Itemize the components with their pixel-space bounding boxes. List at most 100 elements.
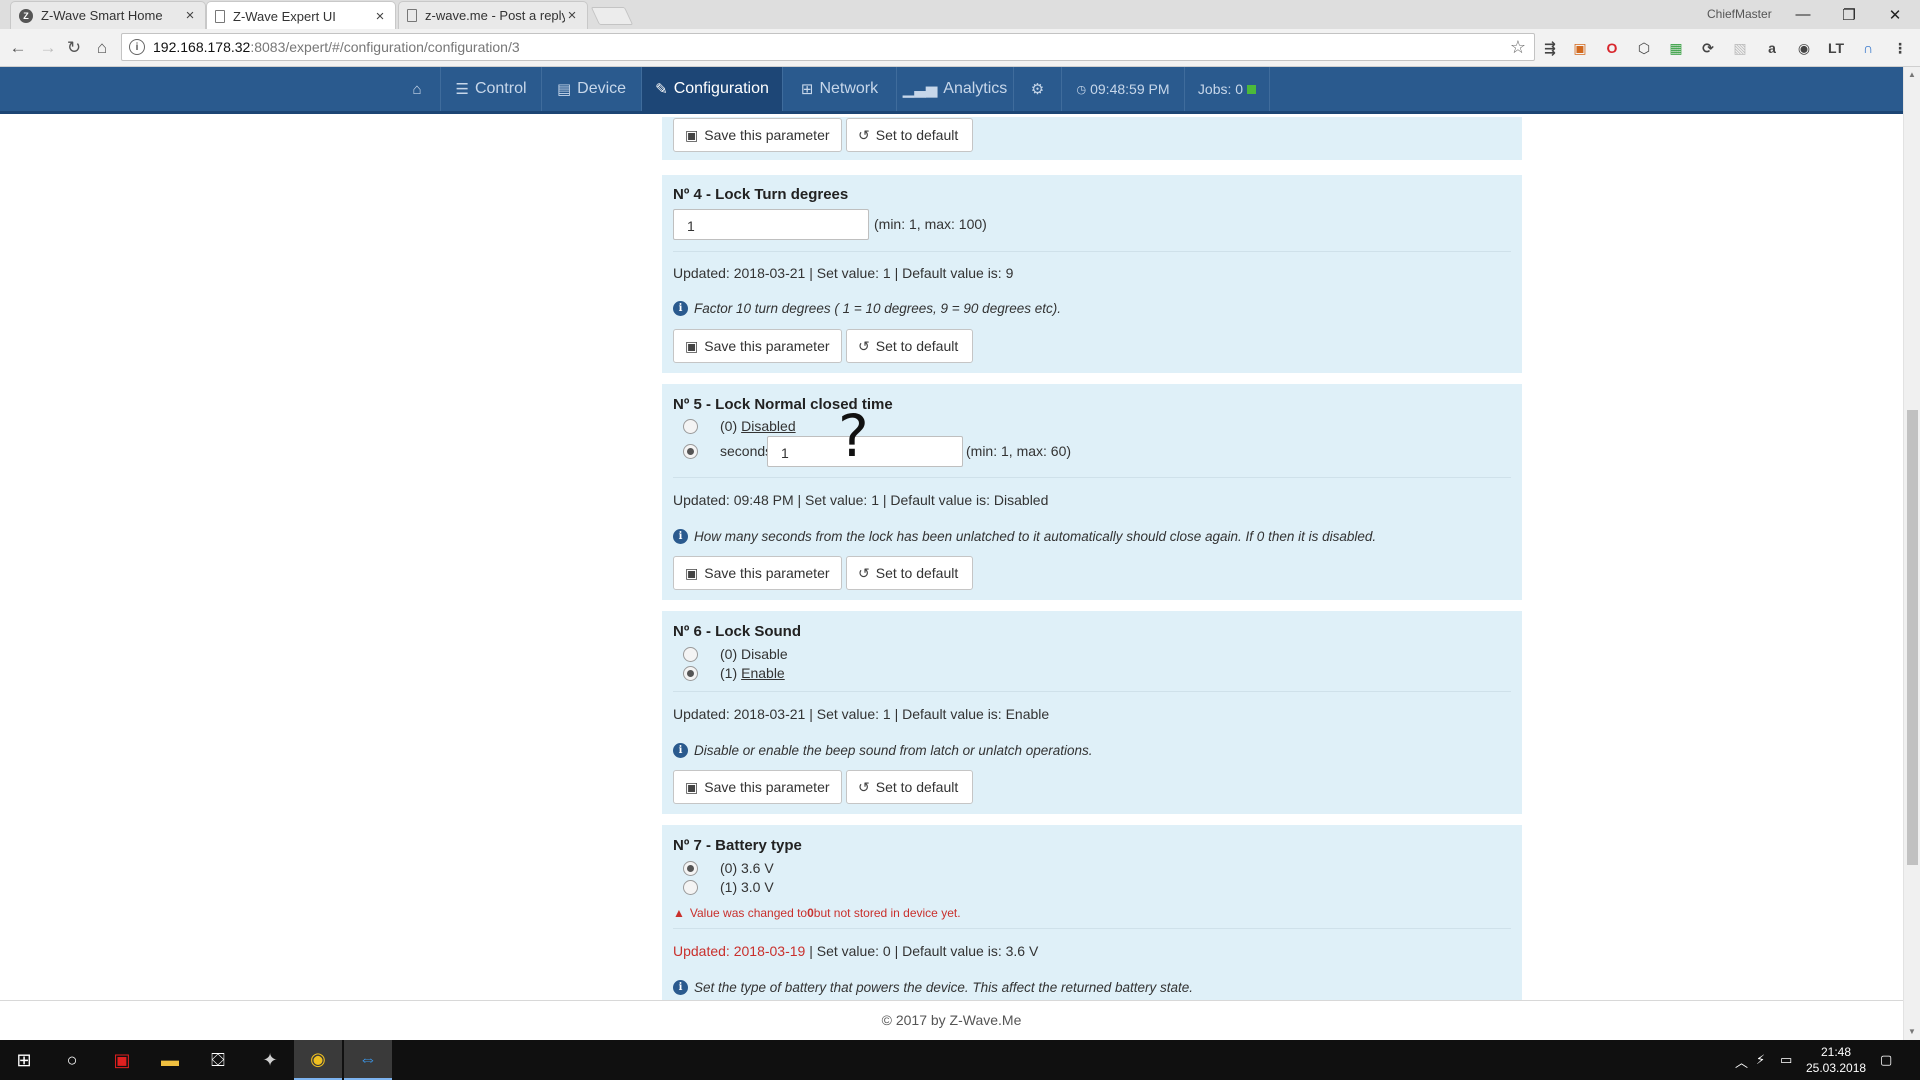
divider bbox=[673, 691, 1511, 692]
tab-z-wave-expert-ui[interactable]: Z-Wave Expert UI × bbox=[206, 1, 396, 30]
parameter-description: i Disable or enable the beep sound from l… bbox=[673, 743, 1093, 758]
radio-option-seconds[interactable]: seconds bbox=[683, 443, 772, 459]
radio-button[interactable] bbox=[683, 646, 698, 662]
languagetool-icon[interactable]: LT bbox=[1826, 38, 1846, 58]
wrench-icon: ✎ bbox=[655, 81, 668, 98]
save-parameter-button[interactable]: ▣ Save this parameter bbox=[673, 118, 842, 152]
scroll-down-arrow-icon[interactable]: ▼ bbox=[1908, 1027, 1916, 1036]
gear-icon: ⚙ bbox=[1030, 81, 1045, 98]
restore-icon[interactable]: ❐ bbox=[1826, 0, 1872, 29]
cube-icon[interactable]: ⬡ bbox=[1634, 38, 1654, 58]
parameter-panel-7: Nº 7 - Battery type (0) 3.6 V (1) 3.0 V … bbox=[662, 825, 1522, 1000]
chrome-icon[interactable]: ◉ bbox=[294, 1040, 342, 1080]
window-close-icon[interactable]: ✕ bbox=[1872, 0, 1918, 29]
extension-icon[interactable]: ▦ bbox=[1666, 38, 1686, 58]
windows-start-icon[interactable]: ⊞ bbox=[0, 1040, 48, 1080]
tab-z-wave-smart-home[interactable]: Z Z-Wave Smart Home × bbox=[10, 1, 206, 29]
question-mark-annotation: ? bbox=[838, 402, 869, 470]
save-parameter-button[interactable]: ▣ Save this parameter bbox=[673, 770, 842, 804]
nav-jobs[interactable]: Jobs: 0 bbox=[1184, 67, 1270, 111]
vertical-scrollbar[interactable]: ▲ ▼ bbox=[1903, 67, 1920, 1040]
radio-button[interactable] bbox=[683, 879, 698, 895]
radio-button[interactable] bbox=[683, 418, 698, 434]
minimize-icon[interactable]: — bbox=[1780, 0, 1826, 29]
set-default-button[interactable]: ↺ Set to default bbox=[846, 329, 973, 363]
forward-arrow-icon[interactable]: → bbox=[36, 36, 60, 60]
radio-option-disabled[interactable]: (0) Disabled bbox=[683, 418, 796, 434]
nav-configuration[interactable]: ✎ Configuration bbox=[641, 67, 782, 111]
home-icon: ⌂ bbox=[412, 80, 422, 98]
lock-turn-degrees-input[interactable]: 1 bbox=[673, 209, 869, 240]
home-icon[interactable]: ⌂ bbox=[90, 36, 114, 60]
set-default-button[interactable]: ↺ Set to default bbox=[846, 556, 973, 590]
system-clock[interactable]: 21:48 25.03.2018 bbox=[1806, 1044, 1866, 1076]
radio-button[interactable] bbox=[683, 665, 698, 681]
z-icon: Z bbox=[19, 8, 33, 23]
close-icon[interactable]: × bbox=[373, 8, 387, 25]
nav-analytics[interactable]: ▁▃▅ Analytics bbox=[896, 67, 1013, 111]
close-icon[interactable]: × bbox=[565, 7, 579, 24]
nav-home[interactable]: ⌂ bbox=[394, 67, 440, 111]
bookmark-star-icon[interactable]: ☆ bbox=[1510, 37, 1526, 58]
close-icon[interactable]: × bbox=[183, 7, 197, 24]
parameter-panel-5: Nº 5 - Lock Normal closed time (0) Disabl… bbox=[662, 384, 1522, 600]
page-footer: © 2017 by Z-Wave.Me bbox=[0, 1000, 1903, 1040]
sync-icon[interactable]: ⟳ bbox=[1698, 38, 1718, 58]
save-parameter-button[interactable]: ▣ Save this parameter bbox=[673, 556, 842, 590]
new-tab-button[interactable] bbox=[590, 7, 634, 25]
network-icon[interactable]: ⚡ bbox=[1756, 1052, 1765, 1068]
extension-icon[interactable]: ◉ bbox=[1794, 38, 1814, 58]
info-icon[interactable]: i bbox=[129, 39, 145, 55]
back-arrow-icon[interactable]: ← bbox=[6, 36, 30, 60]
nav-settings[interactable]: ⚙ bbox=[1013, 67, 1061, 111]
app-icon[interactable]: ✦ bbox=[246, 1040, 294, 1080]
floppy-disk-icon: ▣ bbox=[685, 564, 699, 581]
parameter-title: Nº 7 - Battery type bbox=[673, 837, 802, 854]
opera-icon[interactable]: O bbox=[1602, 38, 1622, 58]
configuration-content: ▣ Save this parameter ↺ Set to default Nº … bbox=[0, 117, 1903, 1000]
profile-name[interactable]: ChiefMaster bbox=[1707, 7, 1772, 21]
set-default-button[interactable]: ↺ Set to default bbox=[846, 770, 973, 804]
updated-info: Updated: 2018-03-19 | Set value: 0 | Def… bbox=[673, 943, 1039, 959]
info-icon: i bbox=[673, 301, 688, 316]
acrobat-icon[interactable]: ▣ bbox=[98, 1040, 146, 1080]
divider bbox=[673, 928, 1511, 929]
extension-icon[interactable]: ∩ bbox=[1858, 38, 1878, 58]
file-explorer-icon[interactable]: ▬ bbox=[146, 1040, 194, 1080]
extension-icon[interactable]: ▣ bbox=[1570, 38, 1590, 58]
nav-control[interactable]: ☰ Control bbox=[440, 67, 541, 111]
set-default-button[interactable]: ↺ Set to default bbox=[846, 118, 973, 152]
save-parameter-button[interactable]: ▣ Save this parameter bbox=[673, 329, 842, 363]
amazon-icon[interactable]: a bbox=[1762, 38, 1782, 58]
divider bbox=[673, 251, 1511, 252]
parameter-panel-3: ▣ Save this parameter ↺ Set to default bbox=[662, 117, 1522, 160]
extension-icon[interactable]: ⇶ bbox=[1540, 38, 1560, 58]
tab-z-wave-me-post-reply[interactable]: z-wave.me - Post a reply × bbox=[398, 1, 588, 29]
nav-device[interactable]: ▤ Device bbox=[541, 67, 641, 111]
app-navbar: ⌂ ☰ Control ▤ Device ✎ Configuration ⊞ N… bbox=[0, 67, 1903, 114]
extension-icon[interactable]: ▧ bbox=[1730, 38, 1750, 58]
display-icon[interactable]: ▭ bbox=[1780, 1052, 1792, 1068]
teamviewer-icon[interactable]: ⇔ bbox=[344, 1040, 392, 1080]
notification-icon[interactable]: ▢ bbox=[1880, 1052, 1892, 1068]
reload-icon[interactable]: ↻ bbox=[62, 36, 86, 60]
radio-option-disable[interactable]: (0) Disable bbox=[683, 646, 788, 662]
scrollbar-thumb[interactable] bbox=[1907, 410, 1918, 865]
radio-option-enable[interactable]: (1) Enable bbox=[683, 665, 785, 681]
radio-button[interactable] bbox=[683, 860, 698, 876]
updated-info: Updated: 09:48 PM | Set value: 1 | Defau… bbox=[673, 492, 1049, 508]
parameter-description: i Set the type of battery that powers the… bbox=[673, 980, 1193, 995]
range-hint: (min: 1, max: 100) bbox=[874, 216, 987, 232]
chevron-up-icon[interactable]: ︿ bbox=[1735, 1052, 1748, 1071]
store-icon[interactable]: ⛋ bbox=[194, 1040, 242, 1080]
menu-icon[interactable]: ⋮ bbox=[1890, 38, 1910, 58]
undo-icon: ↺ bbox=[858, 337, 870, 354]
search-circle-icon[interactable]: ○ bbox=[48, 1040, 96, 1080]
radio-option-3-0v[interactable]: (1) 3.0 V bbox=[683, 879, 774, 895]
radio-button[interactable] bbox=[683, 443, 698, 459]
range-hint: (min: 1, max: 60) bbox=[966, 443, 1072, 459]
radio-option-3-6v[interactable]: (0) 3.6 V bbox=[683, 860, 774, 876]
nav-network[interactable]: ⊞ Network bbox=[782, 67, 896, 111]
scroll-up-arrow-icon[interactable]: ▲ bbox=[1908, 70, 1916, 79]
address-bar[interactable]: i 192.168.178.32:8083/expert/#/configura… bbox=[121, 33, 1535, 61]
